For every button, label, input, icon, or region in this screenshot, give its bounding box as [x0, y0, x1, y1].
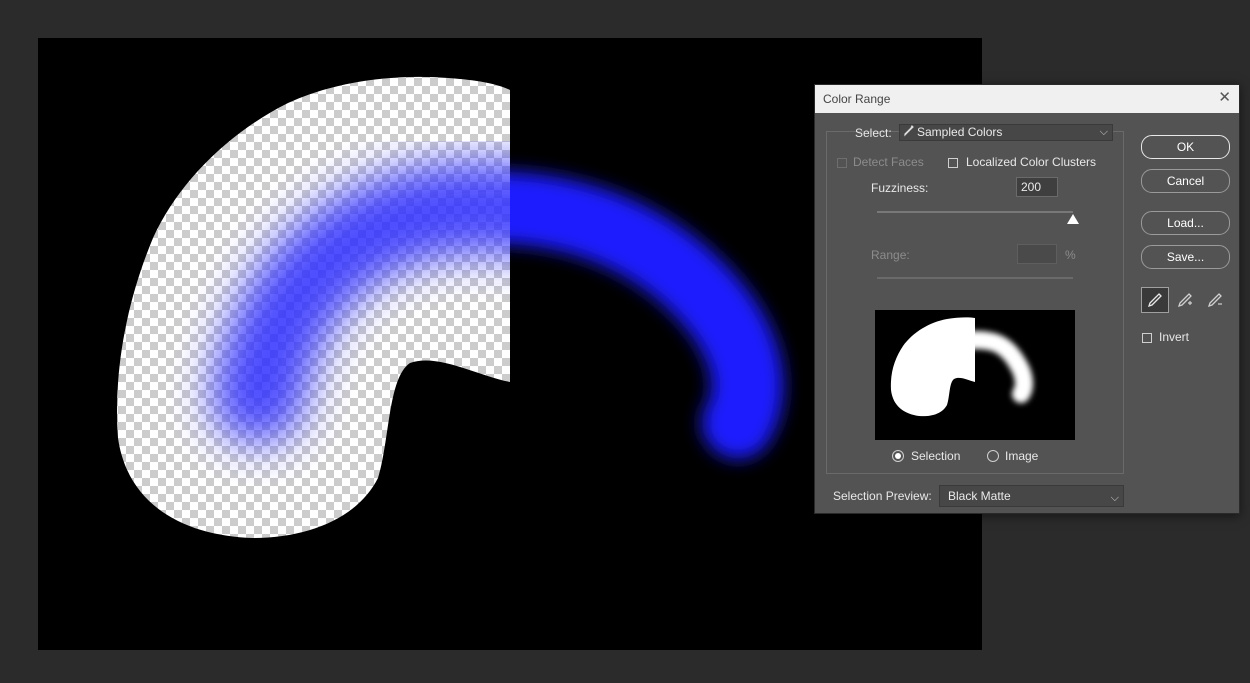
- range-label: Range:: [871, 248, 910, 262]
- selection-radio-label: Selection: [911, 449, 961, 463]
- fuzziness-label: Fuzziness:: [871, 181, 929, 195]
- fuzziness-field[interactable]: 200: [1016, 177, 1058, 197]
- image-radio[interactable]: [987, 450, 999, 462]
- chevron-down-icon: ⌵: [1099, 126, 1108, 138]
- eyedropper-subtract-icon[interactable]: [1201, 287, 1229, 313]
- eyedropper-icon: [904, 124, 914, 141]
- range-unit: %: [1065, 248, 1076, 262]
- selection-preview-value: Black Matte: [948, 489, 1011, 503]
- selection-radio[interactable]: [892, 450, 904, 462]
- dialog-titlebar[interactable]: Color Range ✕: [815, 85, 1239, 113]
- fuzziness-slider-track[interactable]: [877, 211, 1073, 213]
- dialog-title: Color Range: [823, 92, 891, 106]
- detect-faces-checkbox[interactable]: [837, 158, 847, 168]
- invert-label: Invert: [1159, 330, 1190, 344]
- invert-checkbox[interactable]: [1142, 333, 1152, 343]
- eyedropper-icon[interactable]: [1141, 287, 1169, 313]
- ok-button[interactable]: OK: [1141, 135, 1230, 159]
- range-field[interactable]: [1017, 244, 1057, 264]
- radio-selected-dot: [895, 453, 901, 459]
- save-button[interactable]: Save...: [1141, 245, 1230, 269]
- selection-preview-dropdown[interactable]: Black Matte ⌵: [939, 485, 1124, 507]
- select-label: Select:: [855, 126, 892, 140]
- detect-faces-label: Detect Faces: [853, 155, 924, 169]
- image-radio-label: Image: [1005, 449, 1039, 463]
- eyedropper-add-icon[interactable]: [1171, 287, 1199, 313]
- selection-preview-image: [875, 310, 1075, 440]
- selection-preview-label: Selection Preview:: [833, 489, 932, 503]
- select-dropdown[interactable]: Sampled Colors ⌵: [899, 124, 1113, 141]
- fuzziness-slider-thumb[interactable]: [1067, 214, 1079, 224]
- load-button[interactable]: Load...: [1141, 211, 1230, 235]
- close-icon[interactable]: ✕: [1218, 90, 1231, 106]
- cancel-button[interactable]: Cancel: [1141, 169, 1230, 193]
- localized-clusters-checkbox[interactable]: [948, 158, 958, 168]
- select-dropdown-value: Sampled Colors: [917, 125, 1003, 139]
- chevron-down-icon: ⌵: [1110, 492, 1119, 504]
- range-slider-track: [877, 277, 1073, 279]
- localized-clusters-label: Localized Color Clusters: [966, 155, 1097, 169]
- color-range-dialog: Color Range ✕ Select: Sampled Colors ⌵ D…: [814, 84, 1240, 514]
